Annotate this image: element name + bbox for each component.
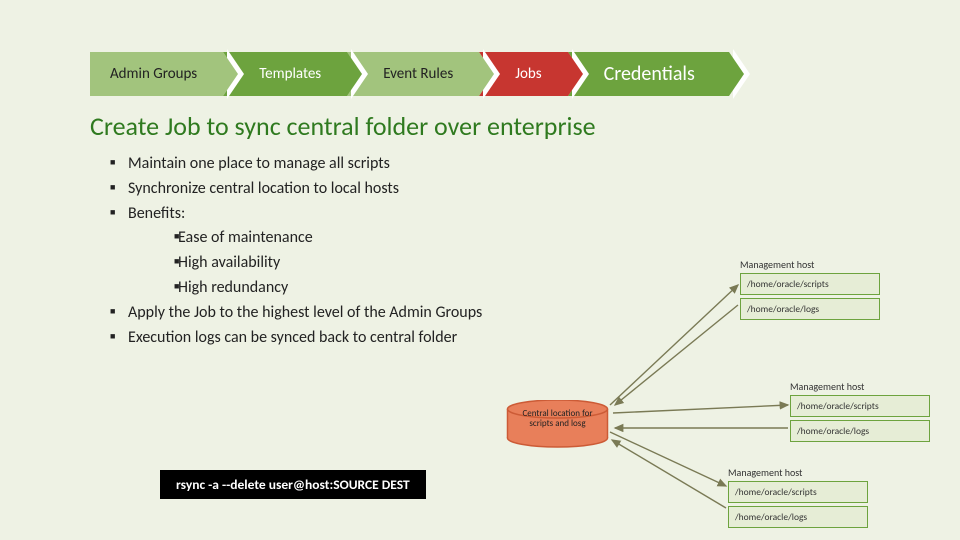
bullet-list: Maintain one place to manage all scripts… [110, 152, 482, 352]
bullet-item: Maintain one place to manage all scripts [110, 152, 482, 175]
step-credentials: Credentials [568, 52, 729, 96]
step-label: Event Rules [383, 65, 453, 83]
cylinder-label: Central location for scripts and losg [505, 409, 610, 430]
bullet-item: Benefits: Ease of maintenance High avail… [110, 202, 482, 299]
breadcrumb-steps: Admin Groups Templates Event Rules Jobs … [90, 52, 729, 96]
cylinder-icon: Central location for scripts and losg [505, 400, 610, 442]
host-label: Management host [790, 380, 930, 393]
step-admin-groups: Admin Groups [90, 52, 223, 96]
bullet-sub-item: High availability [160, 251, 482, 274]
bullet-sub-item: Ease of maintenance [160, 226, 482, 249]
path-scripts: /home/oracle/scripts [740, 273, 880, 295]
path-logs: /home/oracle/logs [740, 298, 880, 320]
bullet-item: Apply the Job to the highest level of th… [110, 301, 482, 324]
step-label: Templates [259, 65, 321, 83]
path-logs: /home/oracle/logs [728, 506, 868, 528]
path-logs: /home/oracle/logs [790, 420, 930, 442]
path-scripts: /home/oracle/scripts [728, 481, 868, 503]
step-label: Admin Groups [110, 65, 197, 83]
bullet-sub-item: High redundancy [160, 276, 482, 299]
path-scripts: /home/oracle/scripts [790, 395, 930, 417]
host-block: Management host /home/oracle/scripts /ho… [790, 380, 930, 445]
host-block: Management host /home/oracle/scripts /ho… [740, 258, 880, 323]
page-title: Create Job to sync central folder over e… [90, 110, 596, 142]
step-label: Jobs [515, 65, 541, 83]
host-label: Management host [728, 466, 868, 479]
bullet-item: Execution logs can be synced back to cen… [110, 326, 482, 349]
bullet-item: Synchronize central location to local ho… [110, 177, 482, 200]
host-label: Management host [740, 258, 880, 271]
step-label: Credentials [604, 62, 695, 86]
host-block: Management host /home/oracle/scripts /ho… [728, 466, 868, 531]
command-box: rsync -a --delete user@host:SOURCE DEST [160, 470, 426, 499]
